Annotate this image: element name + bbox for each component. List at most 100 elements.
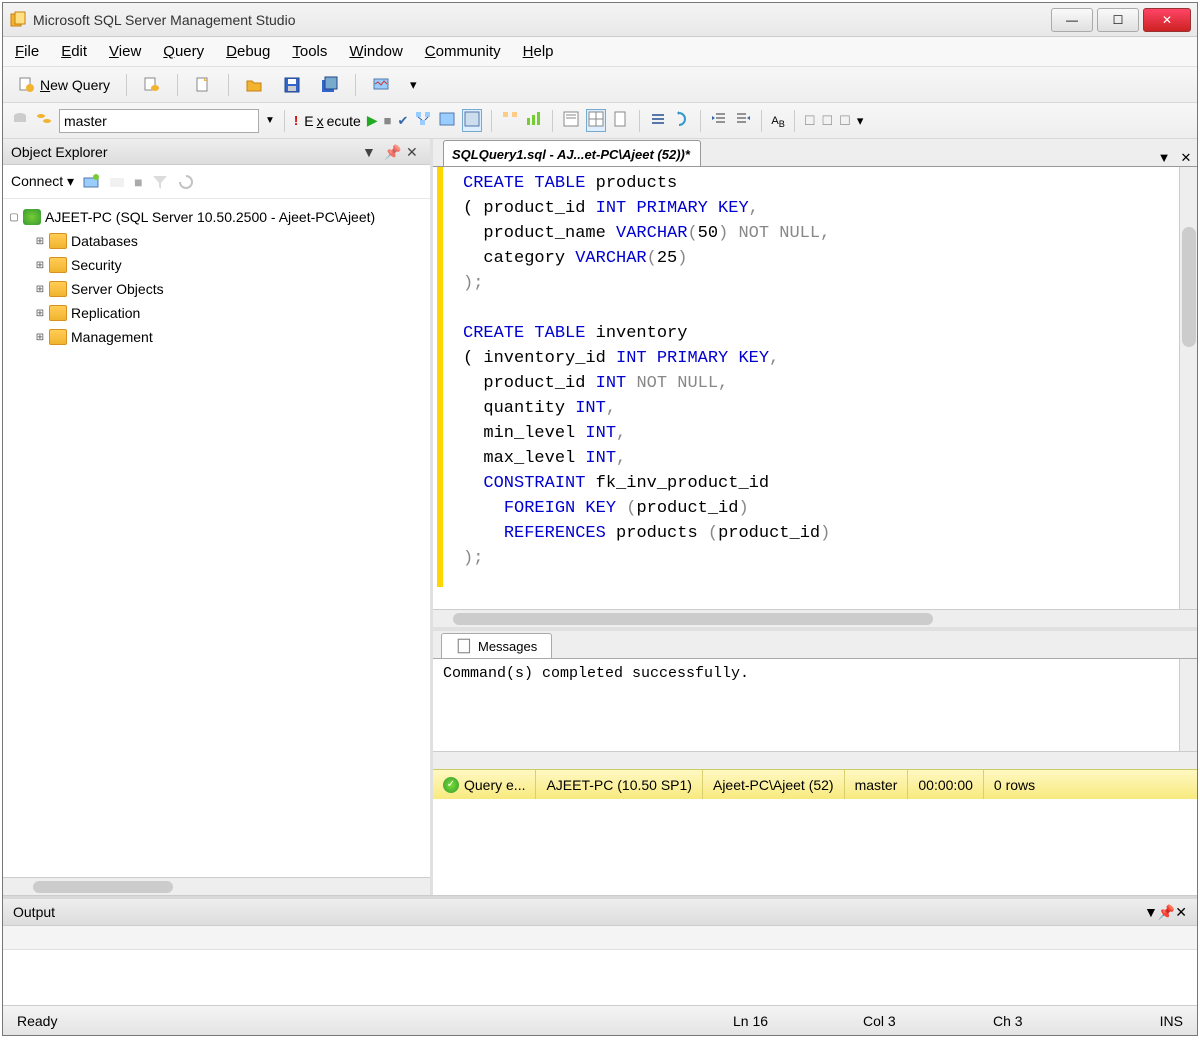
menu-help[interactable]: Help bbox=[523, 43, 554, 60]
results-grid-icon[interactable] bbox=[586, 109, 606, 132]
new-database-engine-query-icon[interactable] bbox=[136, 72, 168, 98]
query-options-icon[interactable] bbox=[438, 110, 456, 131]
estimated-plan-icon[interactable] bbox=[414, 110, 432, 131]
tab-dropdown-icon[interactable]: ▼ bbox=[1156, 150, 1172, 166]
minimize-button[interactable]: — bbox=[1051, 8, 1093, 32]
tree-label: Databases bbox=[71, 233, 138, 249]
toolbar-dropdown-icon[interactable]: ▾ bbox=[403, 72, 424, 98]
panel-dropdown-icon[interactable]: ▼ bbox=[362, 144, 378, 160]
messages-hscroll[interactable] bbox=[433, 751, 1197, 769]
decrease-indent-icon[interactable] bbox=[710, 110, 728, 131]
debug-start-icon[interactable]: ▶ bbox=[367, 112, 378, 129]
include-actual-plan-icon[interactable] bbox=[501, 110, 519, 131]
menu-view[interactable]: View bbox=[109, 43, 141, 60]
save-icon[interactable] bbox=[276, 72, 308, 98]
tree-node-server-objects[interactable]: ⊞Server Objects bbox=[33, 277, 426, 301]
status-col: Col 3 bbox=[863, 1013, 993, 1029]
uncomment-icon[interactable] bbox=[673, 110, 691, 131]
titlebar[interactable]: Microsoft SQL Server Management Studio —… bbox=[3, 3, 1197, 37]
expand-icon[interactable]: ⊞ bbox=[33, 284, 47, 295]
object-explorer-header: Object Explorer ▼ 📌 ✕ bbox=[3, 139, 430, 165]
change-connection-icon[interactable] bbox=[11, 110, 29, 131]
results-tabbar: Messages bbox=[433, 631, 1197, 659]
panel-close-icon[interactable]: ✕ bbox=[406, 144, 422, 160]
maximize-button[interactable]: ☐ bbox=[1097, 8, 1139, 32]
object-tree[interactable]: ▢ AJEET-PC (SQL Server 10.50.2500 - Ajee… bbox=[3, 199, 430, 877]
connect-toolbar: Connect ▾ ■ bbox=[3, 165, 430, 199]
menu-window[interactable]: Window bbox=[349, 43, 402, 60]
object-explorer-panel: Object Explorer ▼ 📌 ✕ Connect ▾ ■ ▢ AJEE… bbox=[3, 139, 433, 895]
output-close-icon[interactable]: ✕ bbox=[1175, 904, 1187, 921]
open-icon[interactable] bbox=[238, 72, 270, 98]
change-gutter bbox=[437, 167, 457, 587]
messages-tab[interactable]: Messages bbox=[441, 633, 552, 658]
query-status-server: AJEET-PC (10.50 SP1) bbox=[536, 770, 703, 799]
expand-icon[interactable]: ⊞ bbox=[33, 332, 47, 343]
include-statistics-icon[interactable] bbox=[525, 110, 543, 131]
intellisense-icon[interactable] bbox=[462, 109, 482, 132]
refresh-tree-icon[interactable] bbox=[177, 173, 195, 191]
status-ln: Ln 16 bbox=[733, 1013, 863, 1029]
filter-icon[interactable] bbox=[151, 173, 169, 191]
object-explorer-hscroll[interactable] bbox=[3, 877, 430, 895]
folder-icon bbox=[49, 257, 67, 273]
editor-tab[interactable]: SQLQuery1.sql - AJ...et-PC\Ajeet (52))* bbox=[443, 140, 701, 166]
execute-button[interactable]: Execute bbox=[304, 113, 361, 129]
tree-root[interactable]: ▢ AJEET-PC (SQL Server 10.50.2500 - Ajee… bbox=[7, 205, 426, 229]
editor-hscroll[interactable] bbox=[433, 609, 1197, 627]
output-pin-icon[interactable]: 📌 bbox=[1158, 904, 1175, 921]
editor-vscroll[interactable] bbox=[1179, 167, 1197, 627]
results-text-icon[interactable] bbox=[562, 110, 580, 131]
menu-edit[interactable]: Edit bbox=[61, 43, 87, 60]
sql-editor[interactable]: CREATE TABLE products ( product_id INT P… bbox=[433, 167, 1197, 627]
toolbar-standard: New Query ▾ bbox=[3, 67, 1197, 103]
expand-icon[interactable]: ⊞ bbox=[33, 260, 47, 271]
tree-node-databases[interactable]: ⊞ Databases bbox=[33, 229, 426, 253]
sql-text[interactable]: CREATE TABLE products ( product_id INT P… bbox=[457, 167, 836, 627]
specify-template-icon[interactable]: AB bbox=[771, 112, 784, 129]
connect-dropdown[interactable]: Connect ▾ bbox=[11, 173, 74, 190]
menu-community[interactable]: Community bbox=[425, 43, 501, 60]
menu-file[interactable]: File bbox=[15, 43, 39, 60]
debug-stop-icon[interactable]: ! bbox=[294, 113, 298, 128]
database-combo[interactable] bbox=[59, 109, 259, 133]
menu-tools[interactable]: Tools bbox=[292, 43, 327, 60]
results-pane: Messages Command(s) completed successful… bbox=[433, 627, 1197, 799]
expand-icon[interactable]: ⊞ bbox=[33, 308, 47, 319]
query-status-bar: ✓Query e... AJEET-PC (10.50 SP1) Ajeet-P… bbox=[433, 769, 1197, 799]
menu-query[interactable]: Query bbox=[163, 43, 204, 60]
tree-node-security[interactable]: ⊞ Security bbox=[33, 253, 426, 277]
close-button[interactable]: ✕ bbox=[1143, 8, 1191, 32]
tb-disabled3-icon: ☐ bbox=[839, 113, 851, 129]
tree-node-management[interactable]: ⊞Management bbox=[33, 325, 426, 349]
new-query-icon bbox=[18, 76, 36, 94]
comment-icon[interactable] bbox=[649, 110, 667, 131]
messages-body[interactable]: Command(s) completed successfully. bbox=[433, 659, 1197, 769]
available-databases-icon[interactable] bbox=[35, 110, 53, 131]
connect-refresh-icon[interactable] bbox=[82, 173, 100, 191]
output-header: Output ▼ 📌 ✕ bbox=[3, 899, 1197, 925]
menu-debug[interactable]: Debug bbox=[226, 43, 270, 60]
status-ready: Ready bbox=[17, 1013, 57, 1029]
new-item-icon[interactable] bbox=[187, 72, 219, 98]
folder-icon bbox=[49, 305, 67, 321]
results-file-icon[interactable] bbox=[612, 110, 630, 131]
save-all-icon[interactable] bbox=[314, 72, 346, 98]
output-body[interactable] bbox=[3, 925, 1197, 1005]
toolbar2-dropdown-icon[interactable]: ▾ bbox=[857, 113, 864, 129]
tree-node-replication[interactable]: ⊞Replication bbox=[33, 301, 426, 325]
query-status-time: 00:00:00 bbox=[908, 770, 984, 799]
parse-icon[interactable]: ✔ bbox=[397, 113, 408, 129]
new-query-button[interactable]: New Query bbox=[11, 72, 117, 98]
increase-indent-icon[interactable] bbox=[734, 110, 752, 131]
folder-icon bbox=[49, 281, 67, 297]
tree-label: Security bbox=[71, 257, 122, 273]
activity-monitor-icon[interactable] bbox=[365, 72, 397, 98]
tab-close-icon[interactable]: ✕ bbox=[1178, 150, 1194, 166]
collapse-icon[interactable]: ▢ bbox=[7, 212, 21, 223]
disconnect-icon bbox=[108, 173, 126, 191]
panel-pin-icon[interactable]: 📌 bbox=[384, 144, 400, 160]
expand-icon[interactable]: ⊞ bbox=[33, 236, 47, 247]
stop-icon[interactable]: ■ bbox=[384, 113, 392, 128]
output-dropdown-icon[interactable]: ▼ bbox=[1144, 904, 1158, 920]
